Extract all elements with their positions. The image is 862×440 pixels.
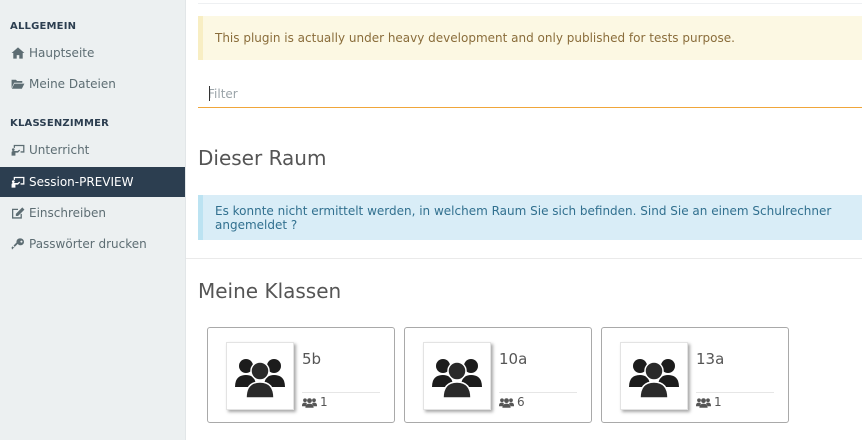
users-small-icon <box>696 397 711 408</box>
key-icon <box>10 237 26 251</box>
member-count: 1 <box>696 395 722 409</box>
sidebar-item-label: Passwörter drucken <box>29 237 147 251</box>
room-info-alert: Es konnte nicht ermittelt werden, in wel… <box>198 195 862 240</box>
sidebar: ALLGEMEIN Hauptseite Meine Dateien KLASS… <box>0 0 186 440</box>
classes-heading: Meine Klassen <box>198 279 342 303</box>
sidebar-item-session-preview[interactable]: Session-PREVIEW <box>0 167 185 197</box>
card-divider <box>302 392 380 393</box>
sidebar-item-passwoerter-drucken[interactable]: Passwörter drucken <box>0 229 185 259</box>
sidebar-section-general: ALLGEMEIN <box>10 21 77 32</box>
filter-input[interactable] <box>198 80 862 108</box>
class-name: 10a <box>499 350 528 368</box>
sidebar-item-hauptseite[interactable]: Hauptseite <box>0 38 185 68</box>
sidebar-item-label: Hauptseite <box>29 46 95 60</box>
users-icon <box>423 342 491 410</box>
sidebar-item-meine-dateien[interactable]: Meine Dateien <box>0 69 185 99</box>
edit-icon <box>10 206 26 220</box>
member-count-value: 6 <box>517 395 525 409</box>
member-count-value: 1 <box>714 395 722 409</box>
class-card-13a[interactable]: 13a 1 <box>601 327 789 423</box>
text-caret <box>209 86 210 101</box>
top-divider <box>198 0 862 4</box>
class-card-5b[interactable]: 5b 1 <box>207 327 395 423</box>
class-name: 13a <box>696 350 725 368</box>
sidebar-section-classrooms: KLASSENZIMMER <box>10 118 110 129</box>
room-heading: Dieser Raum <box>198 146 327 170</box>
class-card-10a[interactable]: 10a 6 <box>404 327 592 423</box>
users-small-icon <box>499 397 514 408</box>
app-root: ALLGEMEIN Hauptseite Meine Dateien KLASS… <box>0 0 862 440</box>
room-info-text: Es konnte nicht ermittelt werden, in wel… <box>215 203 832 232</box>
chalkboard-icon <box>10 143 26 157</box>
sidebar-item-unterricht[interactable]: Unterricht <box>0 135 185 165</box>
sidebar-item-label: Meine Dateien <box>29 77 116 91</box>
main-content: This plugin is actually under heavy deve… <box>186 0 862 440</box>
users-small-icon <box>302 397 317 408</box>
sidebar-item-label: Unterricht <box>29 143 90 157</box>
class-name: 5b <box>302 350 322 368</box>
section-divider <box>186 258 862 259</box>
home-icon <box>10 46 26 60</box>
users-icon <box>226 342 294 410</box>
card-divider <box>696 392 774 393</box>
folder-open-icon <box>10 77 26 91</box>
member-count-value: 1 <box>320 395 328 409</box>
warning-text: This plugin is actually under heavy deve… <box>215 31 735 45</box>
users-icon <box>620 342 688 410</box>
member-count: 1 <box>302 395 328 409</box>
sidebar-item-einschreiben[interactable]: Einschreiben <box>0 198 185 228</box>
card-divider <box>499 392 577 393</box>
sidebar-item-label: Einschreiben <box>29 206 106 220</box>
sidebar-item-label: Session-PREVIEW <box>29 175 134 189</box>
chalkboard-icon <box>10 175 26 189</box>
development-warning-alert: This plugin is actually under heavy deve… <box>198 16 862 60</box>
member-count: 6 <box>499 395 525 409</box>
